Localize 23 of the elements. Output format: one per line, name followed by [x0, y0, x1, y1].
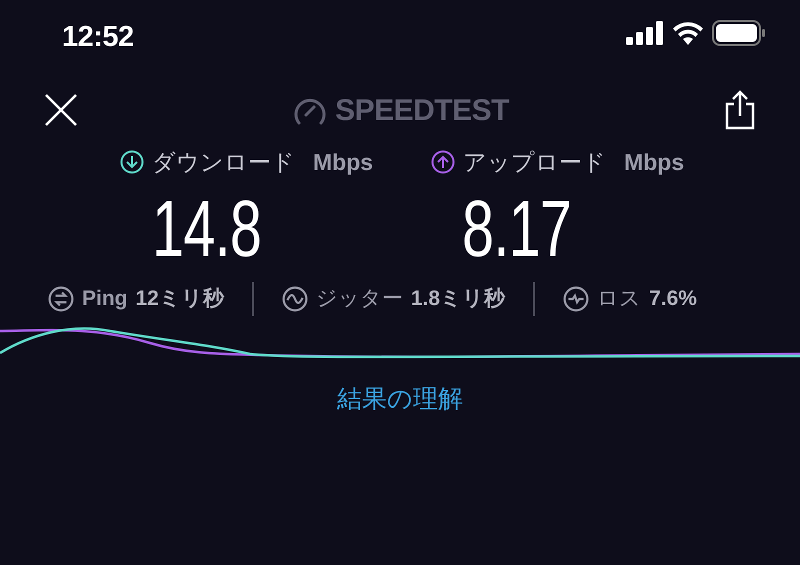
- unit-label: Mbps: [624, 148, 684, 177]
- status-time: 12:52: [62, 20, 134, 55]
- result-label: アップロード: [463, 148, 606, 177]
- battery-icon: [712, 20, 766, 46]
- stat-value: 7.6%: [649, 286, 697, 312]
- result-label: ダウンロード: [152, 148, 295, 177]
- stat-label: ジッター: [316, 286, 403, 312]
- understand-results-link[interactable]: 結果の理解: [337, 385, 463, 413]
- stat-value: 12ミリ秒: [136, 286, 224, 312]
- close-button[interactable]: [44, 93, 78, 127]
- speed-value: 8.17: [462, 189, 572, 269]
- wifi-icon: [672, 21, 704, 45]
- stat-label: Ping: [82, 286, 128, 312]
- ping-icon: [48, 286, 74, 312]
- app-logo-text: SPEEDTEST: [335, 92, 509, 128]
- speed-value: 14.8: [152, 189, 262, 269]
- stat-value: 1.8ミリ秒: [410, 286, 506, 312]
- stat-label: ロス: [597, 286, 642, 312]
- unit-label: Mbps: [313, 148, 374, 177]
- jitter-icon: [282, 286, 308, 312]
- loss-icon: [563, 286, 590, 312]
- share-button[interactable]: [724, 90, 756, 130]
- signal-icon: [626, 21, 664, 45]
